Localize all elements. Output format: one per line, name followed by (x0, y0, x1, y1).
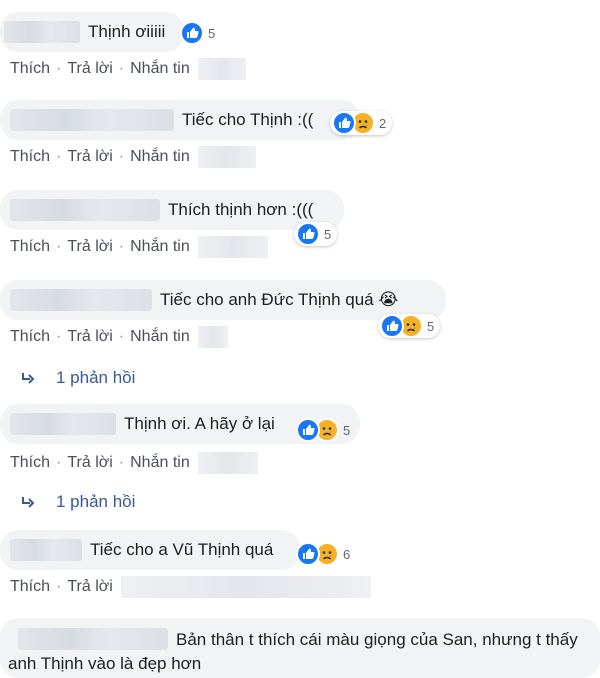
like-button[interactable]: Thích (10, 578, 50, 596)
comment-actions: Thích · Trả lời · Nhắn tin (10, 58, 246, 80)
reaction-summary[interactable]: 5 (378, 314, 441, 338)
comment-text: Tiếc cho a Vũ Thịnh quá (90, 540, 274, 559)
comment-text: Thịnh ơiiiii (88, 22, 166, 41)
comment-bubble: Thích thịnh hơn :((( (0, 190, 344, 230)
view-replies-link[interactable]: 1 phản hồi (20, 368, 135, 388)
blurred-timestamp (197, 326, 228, 348)
blurred-timestamp (120, 576, 371, 598)
like-button[interactable]: Thích (10, 328, 50, 346)
reply-arrow-icon (22, 497, 35, 508)
view-replies-link[interactable]: 1 phản hồi (20, 492, 135, 512)
reaction-count: 2 (379, 115, 387, 131)
reaction-summary[interactable]: 2 (330, 111, 393, 135)
message-button[interactable]: Nhắn tin (130, 454, 190, 472)
blurred-timestamp (197, 58, 246, 80)
comment-text: Thích thịnh hơn :((( (168, 200, 314, 219)
comment-bubble: Bản thân t thích cái màu giọng của San, … (0, 618, 600, 678)
blurred-timestamp (197, 452, 258, 474)
reaction-summary[interactable]: 5 (294, 418, 356, 442)
reaction-count: 6 (343, 546, 351, 562)
replies-count-label: 1 phản hồi (56, 492, 136, 511)
like-button[interactable]: Thích (10, 238, 50, 256)
comment-actions: Thích · Trả lời · Nhắn tin (10, 236, 268, 258)
comment-actions: Thích · Trả lời · Nhắn tin (10, 146, 256, 168)
reply-button[interactable]: Trả lời (67, 238, 112, 256)
blurred-author-name (10, 109, 174, 131)
like-button[interactable]: Thích (10, 454, 50, 472)
reply-button[interactable]: Trả lời (67, 60, 112, 78)
like-icon (332, 111, 356, 135)
like-icon (380, 314, 404, 338)
message-button[interactable]: Nhắn tin (130, 328, 190, 346)
like-icon (296, 418, 320, 442)
comment-text: Bản thân t thích cái màu giọng của San, … (8, 630, 578, 673)
comment-bubble: Thịnh ơiiiii (0, 12, 184, 52)
comment-text: Tiếc cho Thịnh :(( (182, 110, 314, 129)
reaction-count: 5 (427, 318, 435, 334)
reply-button[interactable]: Trả lời (67, 578, 112, 596)
comment-actions: Thích · Trả lời · Nhắn tin (10, 452, 258, 474)
like-button[interactable]: Thích (10, 60, 50, 78)
reaction-count: 5 (208, 25, 216, 41)
reaction-summary[interactable]: 5 (178, 21, 221, 45)
reaction-summary[interactable]: 5 (294, 222, 338, 246)
blurred-author-name (10, 413, 116, 435)
blurred-author-name (10, 199, 160, 221)
comment-bubble: Tiếc cho Thịnh :(( (0, 100, 360, 140)
reaction-summary[interactable]: 6 (294, 542, 356, 566)
blurred-author-name (10, 289, 152, 311)
like-icon (296, 222, 320, 246)
reaction-count: 5 (343, 422, 351, 438)
reply-button[interactable]: Trả lời (67, 148, 112, 166)
comment-actions: Thích · Trả lời (10, 576, 371, 598)
comment-actions: Thích · Trả lời · Nhắn tin (10, 326, 228, 348)
like-icon (296, 542, 320, 566)
message-button[interactable]: Nhắn tin (130, 148, 190, 166)
blurred-author-name (10, 539, 82, 561)
message-button[interactable]: Nhắn tin (130, 60, 190, 78)
comment-bubble: Tiếc cho anh Đức Thịnh quá 😭 (0, 280, 446, 320)
blurred-timestamp (197, 236, 268, 258)
reaction-count: 5 (324, 226, 332, 242)
replies-count-label: 1 phản hồi (56, 368, 136, 387)
message-button[interactable]: Nhắn tin (130, 238, 190, 256)
reply-arrow-icon (22, 373, 35, 384)
comment-feed: Thịnh ơiiiii 5 Thích · Trả lời · Nhắn tin … (0, 0, 600, 678)
like-icon (180, 21, 204, 45)
comment-bubble: Tiếc cho a Vũ Thịnh quá (0, 530, 300, 570)
reply-button[interactable]: Trả lời (67, 328, 112, 346)
comment-text: Thịnh ơi. A hãy ở lại (124, 414, 275, 433)
blurred-timestamp (197, 146, 256, 168)
blurred-author-name (4, 21, 80, 43)
like-button[interactable]: Thích (10, 148, 50, 166)
reply-button[interactable]: Trả lời (67, 454, 112, 472)
comment-text: Tiếc cho anh Đức Thịnh quá 😭 (160, 290, 399, 309)
